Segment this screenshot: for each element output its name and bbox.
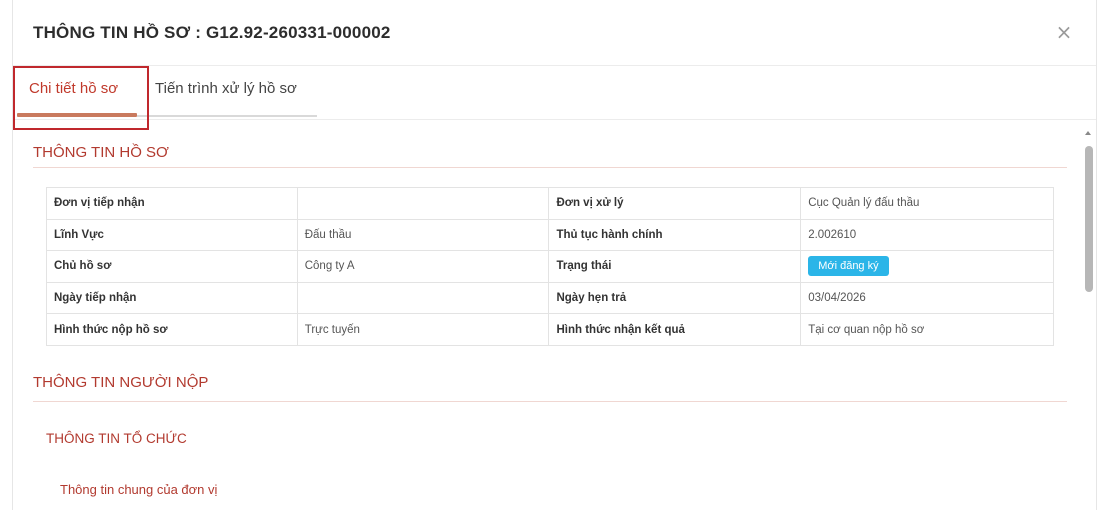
table-row: Ngày tiếp nhận Ngày hẹn trả 03/04/2026 [46, 281, 1054, 315]
cell-value [296, 281, 550, 315]
scroll-thumb[interactable] [1085, 146, 1093, 292]
cell-label: Hình thức nộp hồ sơ [46, 313, 298, 346]
table-row: Đơn vị tiếp nhận Đơn vị xử lý Cục Quản l… [46, 187, 1054, 220]
inactive-tab-indicator [137, 115, 317, 117]
cell-label: Lĩnh Vực [46, 218, 298, 252]
scroll-up-icon[interactable] [1085, 131, 1091, 135]
table-row: Chủ hồ sơ Công ty A Trạng thái Mới đăng … [46, 250, 1054, 283]
record-info-modal: THÔNG TIN HỒ SƠ : G12.92-260331-000002 ×… [12, 0, 1097, 510]
cell-value: 03/04/2026 [800, 281, 1054, 315]
cell-label: Đơn vị tiếp nhận [46, 187, 298, 220]
modal-title: THÔNG TIN HỒ SƠ : G12.92-260331-000002 [33, 22, 391, 42]
section-divider [33, 401, 1067, 402]
cell-value: Trực tuyến [296, 313, 550, 346]
cell-value [296, 187, 550, 220]
cell-label: Chủ hồ sơ [46, 250, 298, 283]
cell-label: Đơn vị xử lý [548, 187, 802, 220]
section-title-submitter-info: THÔNG TIN NGƯỜI NỘP [33, 374, 209, 391]
section-title-general-info: Thông tin chung của đơn vị [60, 482, 218, 497]
cell-value: 2.002610 [800, 218, 1054, 252]
cell-label: Thủ tục hành chính [548, 218, 802, 252]
cell-label: Ngày tiếp nhận [46, 281, 298, 315]
close-icon[interactable]: × [1054, 22, 1074, 42]
cell-value: Đấu thầu [296, 218, 550, 252]
cell-value: Tại cơ quan nộp hồ sơ [800, 313, 1054, 346]
modal-body: THÔNG TIN HỒ SƠ Đơn vị tiếp nhận Đơn vị … [13, 120, 1083, 510]
cell-label: Ngày hẹn trả [548, 281, 802, 315]
cell-label: Hình thức nhận kết quả [548, 313, 802, 346]
tab-bar: Chi tiết hồ sơ Tiến trình xử lý hồ sơ [13, 66, 1096, 130]
section-title-record-info: THÔNG TIN HỒ SƠ [33, 144, 169, 161]
vertical-scrollbar[interactable] [1081, 120, 1096, 510]
table-row: Hình thức nộp hồ sơ Trực tuyến Hình thức… [46, 313, 1054, 346]
cell-status: Mới đăng ký [800, 250, 1054, 283]
record-info-table: Đơn vị tiếp nhận Đơn vị xử lý Cục Quản l… [46, 187, 1054, 346]
modal-header: THÔNG TIN HỒ SƠ : G12.92-260331-000002 × [13, 0, 1096, 66]
table-row: Lĩnh Vực Đấu thầu Thủ tục hành chính 2.0… [46, 218, 1054, 252]
section-title-organization-info: THÔNG TIN TỔ CHỨC [46, 431, 187, 446]
cell-value: Cục Quản lý đấu thầu [800, 187, 1054, 220]
cell-value: Công ty A [296, 250, 550, 283]
cell-label: Trạng thái [548, 250, 802, 283]
section-divider [33, 167, 1067, 168]
tab-processing-progress[interactable]: Tiến trình xử lý hồ sơ [155, 80, 297, 97]
status-badge: Mới đăng ký [808, 256, 889, 277]
